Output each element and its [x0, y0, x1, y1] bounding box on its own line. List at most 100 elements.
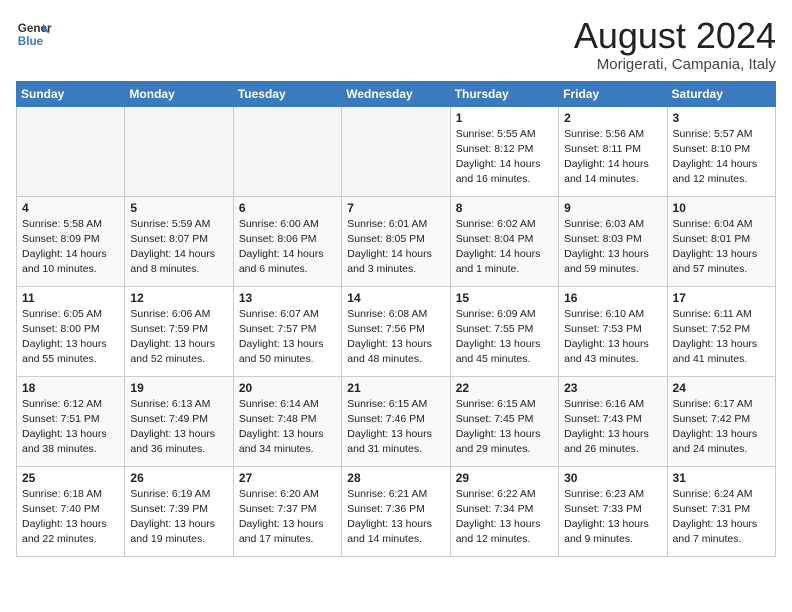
day-info: Sunrise: 6:00 AMSunset: 8:06 PMDaylight:…	[239, 217, 336, 278]
day-number: 22	[456, 381, 553, 395]
weekday-header-saturday: Saturday	[667, 81, 775, 106]
day-info: Sunrise: 6:19 AMSunset: 7:39 PMDaylight:…	[130, 487, 227, 548]
day-number: 30	[564, 471, 661, 485]
day-number: 6	[239, 201, 336, 215]
weekday-header-wednesday: Wednesday	[342, 81, 450, 106]
day-info: Sunrise: 6:14 AMSunset: 7:48 PMDaylight:…	[239, 397, 336, 458]
calendar-cell: 16Sunrise: 6:10 AMSunset: 7:53 PMDayligh…	[559, 286, 667, 376]
calendar-week-row: 11 Sunrise: 6:05 AMSunset: 8:00 PMDayligh…	[17, 286, 776, 376]
day-number: 14	[347, 291, 444, 305]
day-number: 11	[22, 291, 119, 305]
day-number: 18	[22, 381, 119, 395]
calendar-cell: 27 Sunrise: 6:20 AMSunset: 7:37 PMDayligh…	[233, 466, 341, 556]
calendar-cell	[342, 106, 450, 196]
calendar-cell: 12 Sunrise: 6:06 AMSunset: 7:59 PMDayligh…	[125, 286, 233, 376]
calendar-cell: 21 Sunrise: 6:15 AMSunset: 7:46 PMDayligh…	[342, 376, 450, 466]
calendar-cell: 19 Sunrise: 6:13 AMSunset: 7:49 PMDayligh…	[125, 376, 233, 466]
day-number: 17	[673, 291, 770, 305]
day-info: Sunrise: 6:07 AMSunset: 7:57 PMDaylight:…	[239, 307, 336, 368]
calendar-cell: 15 Sunrise: 6:09 AMSunset: 7:55 PMDayligh…	[450, 286, 558, 376]
day-info: Sunrise: 6:15 AMSunset: 7:46 PMDaylight:…	[347, 397, 444, 458]
calendar-cell: 17Sunrise: 6:11 AMSunset: 7:52 PMDayligh…	[667, 286, 775, 376]
day-info: Sunrise: 6:05 AMSunset: 8:00 PMDaylight:…	[22, 307, 119, 368]
calendar-cell: 8Sunrise: 6:02 AMSunset: 8:04 PMDaylight…	[450, 196, 558, 286]
svg-text:General: General	[18, 22, 52, 35]
day-info: Sunrise: 6:03 AMSunset: 8:03 PMDaylight:…	[564, 217, 661, 278]
day-info: Sunrise: 6:12 AMSunset: 7:51 PMDaylight:…	[22, 397, 119, 458]
day-info: Sunrise: 6:23 AMSunset: 7:33 PMDaylight:…	[564, 487, 661, 548]
logo: General Blue	[16, 16, 52, 52]
calendar-cell: 13 Sunrise: 6:07 AMSunset: 7:57 PMDayligh…	[233, 286, 341, 376]
calendar-cell: 2Sunrise: 5:56 AMSunset: 8:11 PMDaylight…	[559, 106, 667, 196]
weekday-header-sunday: Sunday	[17, 81, 125, 106]
calendar-cell: 5Sunrise: 5:59 AMSunset: 8:07 PMDaylight…	[125, 196, 233, 286]
calendar-cell: 9Sunrise: 6:03 AMSunset: 8:03 PMDaylight…	[559, 196, 667, 286]
day-info: Sunrise: 6:04 AMSunset: 8:01 PMDaylight:…	[673, 217, 770, 278]
page-header: General Blue August 2024 Morigerati, Cam…	[16, 16, 776, 73]
day-number: 31	[673, 471, 770, 485]
calendar-cell: 30 Sunrise: 6:23 AMSunset: 7:33 PMDayligh…	[559, 466, 667, 556]
calendar-cell: 3 Sunrise: 5:57 AMSunset: 8:10 PMDaylight…	[667, 106, 775, 196]
logo-icon: General Blue	[16, 16, 52, 52]
day-number: 16	[564, 291, 661, 305]
day-info: Sunrise: 6:13 AMSunset: 7:49 PMDaylight:…	[130, 397, 227, 458]
calendar-cell: 28 Sunrise: 6:21 AMSunset: 7:36 PMDayligh…	[342, 466, 450, 556]
day-info: Sunrise: 6:22 AMSunset: 7:34 PMDaylight:…	[456, 487, 553, 548]
calendar-cell: 14Sunrise: 6:08 AMSunset: 7:56 PMDayligh…	[342, 286, 450, 376]
calendar-cell	[125, 106, 233, 196]
day-info: Sunrise: 5:58 AMSunset: 8:09 PMDaylight:…	[22, 217, 119, 278]
weekday-header-tuesday: Tuesday	[233, 81, 341, 106]
calendar-week-row: 18 Sunrise: 6:12 AMSunset: 7:51 PMDayligh…	[17, 376, 776, 466]
day-info: Sunrise: 6:01 AMSunset: 8:05 PMDaylight:…	[347, 217, 444, 278]
day-number: 28	[347, 471, 444, 485]
day-number: 4	[22, 201, 119, 215]
weekday-header-friday: Friday	[559, 81, 667, 106]
calendar-table: SundayMondayTuesdayWednesdayThursdayFrid…	[16, 81, 776, 557]
day-info: Sunrise: 6:09 AMSunset: 7:55 PMDaylight:…	[456, 307, 553, 368]
calendar-cell: 1 Sunrise: 5:55 AMSunset: 8:12 PMDaylight…	[450, 106, 558, 196]
title-block: August 2024 Morigerati, Campania, Italy	[574, 16, 776, 73]
day-info: Sunrise: 6:20 AMSunset: 7:37 PMDaylight:…	[239, 487, 336, 548]
day-number: 20	[239, 381, 336, 395]
day-number: 7	[347, 201, 444, 215]
weekday-header-row: SundayMondayTuesdayWednesdayThursdayFrid…	[17, 81, 776, 106]
day-number: 19	[130, 381, 227, 395]
day-info: Sunrise: 5:57 AMSunset: 8:10 PMDaylight:…	[673, 127, 770, 188]
day-number: 23	[564, 381, 661, 395]
day-number: 21	[347, 381, 444, 395]
day-info: Sunrise: 6:06 AMSunset: 7:59 PMDaylight:…	[130, 307, 227, 368]
day-number: 10	[673, 201, 770, 215]
day-info: Sunrise: 6:17 AMSunset: 7:42 PMDaylight:…	[673, 397, 770, 458]
calendar-cell: 18 Sunrise: 6:12 AMSunset: 7:51 PMDayligh…	[17, 376, 125, 466]
calendar-cell: 24 Sunrise: 6:17 AMSunset: 7:42 PMDayligh…	[667, 376, 775, 466]
calendar-cell: 26 Sunrise: 6:19 AMSunset: 7:39 PMDayligh…	[125, 466, 233, 556]
day-info: Sunrise: 5:56 AMSunset: 8:11 PMDaylight:…	[564, 127, 661, 188]
day-number: 25	[22, 471, 119, 485]
day-number: 8	[456, 201, 553, 215]
calendar-cell: 4 Sunrise: 5:58 AMSunset: 8:09 PMDaylight…	[17, 196, 125, 286]
day-info: Sunrise: 5:55 AMSunset: 8:12 PMDaylight:…	[456, 127, 553, 188]
calendar-cell: 25Sunrise: 6:18 AMSunset: 7:40 PMDayligh…	[17, 466, 125, 556]
calendar-cell: 11 Sunrise: 6:05 AMSunset: 8:00 PMDayligh…	[17, 286, 125, 376]
calendar-cell	[17, 106, 125, 196]
svg-text:Blue: Blue	[18, 35, 44, 48]
day-info: Sunrise: 6:21 AMSunset: 7:36 PMDaylight:…	[347, 487, 444, 548]
day-number: 29	[456, 471, 553, 485]
weekday-header-monday: Monday	[125, 81, 233, 106]
weekday-header-thursday: Thursday	[450, 81, 558, 106]
day-info: Sunrise: 5:59 AMSunset: 8:07 PMDaylight:…	[130, 217, 227, 278]
day-number: 26	[130, 471, 227, 485]
calendar-cell	[233, 106, 341, 196]
calendar-cell: 29 Sunrise: 6:22 AMSunset: 7:34 PMDayligh…	[450, 466, 558, 556]
day-number: 13	[239, 291, 336, 305]
day-number: 1	[456, 111, 553, 125]
day-number: 27	[239, 471, 336, 485]
calendar-cell: 31Sunrise: 6:24 AMSunset: 7:31 PMDayligh…	[667, 466, 775, 556]
day-number: 3	[673, 111, 770, 125]
calendar-cell: 23Sunrise: 6:16 AMSunset: 7:43 PMDayligh…	[559, 376, 667, 466]
day-number: 15	[456, 291, 553, 305]
day-number: 12	[130, 291, 227, 305]
day-number: 24	[673, 381, 770, 395]
calendar-cell: 6 Sunrise: 6:00 AMSunset: 8:06 PMDaylight…	[233, 196, 341, 286]
calendar-cell: 20 Sunrise: 6:14 AMSunset: 7:48 PMDayligh…	[233, 376, 341, 466]
